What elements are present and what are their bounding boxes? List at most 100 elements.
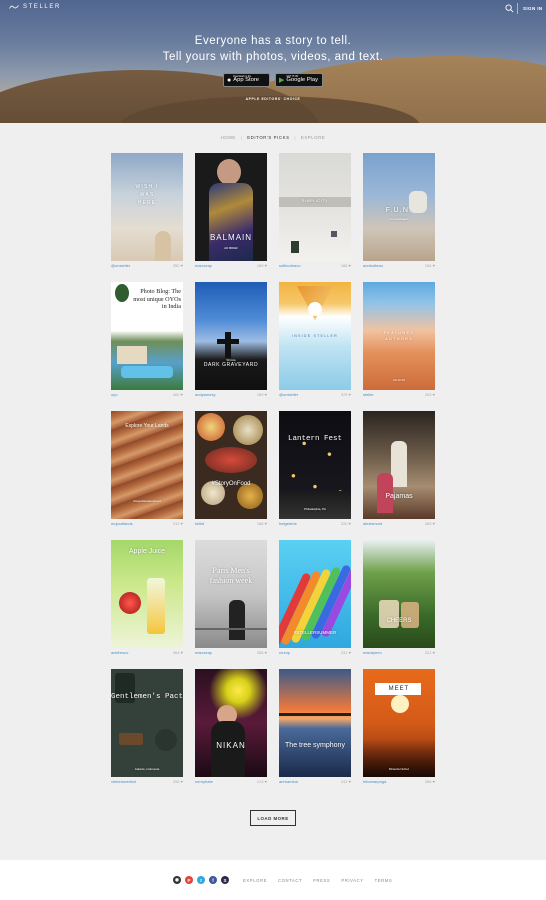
story-title: SIMPLICITY [302, 199, 328, 203]
story-card[interactable]: #StoryOnFood kelkit 186 ♥ [195, 411, 267, 526]
story-card[interactable]: Gentlemen's Pact Jakarta, Indonesia viet… [111, 669, 183, 784]
story-subtitle: Jakarta, Indonesia [134, 767, 160, 771]
pinterest-icon[interactable]: P [185, 876, 193, 884]
story-card[interactable]: F.U.N. fun and beach annbutleau 154 ♥ [363, 153, 435, 268]
story-thumbnail[interactable]: Pajamas [363, 411, 435, 519]
footer-link-press[interactable]: PRESS [313, 878, 330, 883]
hero-line-1: Everyone has a story to tell. [194, 35, 352, 47]
story-thumbnail[interactable]: Gentlemen's Pact Jakarta, Indonesia [111, 669, 183, 777]
story-author[interactable]: @unsteller [111, 263, 130, 268]
search-icon[interactable] [505, 4, 514, 13]
story-thumbnail[interactable]: FEATURED AUTHORS 03.13.15 [363, 282, 435, 390]
story-thumbnail[interactable]: #STELLERSUMMER [279, 540, 351, 648]
crumb-explore[interactable]: EXPLORE [301, 135, 326, 140]
story-author[interactable]: andyamesy [195, 392, 215, 397]
story-thumbnail[interactable]: Explore Your Lands #mojoutlandsexplored [111, 411, 183, 519]
story-author[interactable]: vietchlaverlich [111, 779, 136, 784]
story-card[interactable]: Explore Your Lands #mojoutlandsexplored … [111, 411, 183, 526]
social-links: ◉ P t f S [173, 876, 229, 884]
crumb-separator: | [240, 135, 243, 140]
story-thumbnail[interactable]: #StoryOnFood [195, 411, 267, 519]
twitter-icon[interactable]: t [197, 876, 205, 884]
story-thumbnail[interactable]: INSIDE STELLER [279, 282, 351, 390]
apple-icon: ● [227, 76, 232, 84]
crumb-home[interactable]: HOME [221, 135, 236, 140]
story-thumbnail[interactable]: SIMPLICITY [279, 153, 351, 261]
google-play-button[interactable]: ▶ GET IT ON Google Play [275, 73, 323, 87]
story-card[interactable]: FEATURED AUTHORS 03.13.15 steller 263 ♥ [363, 282, 435, 397]
load-more-button[interactable]: LOAD MORE [250, 810, 296, 826]
story-author[interactable]: crump [279, 650, 290, 655]
story-thumbnail[interactable]: CHEERS [363, 540, 435, 648]
logo[interactable]: STELLER [9, 4, 61, 10]
facebook-icon[interactable]: f [209, 876, 217, 884]
story-author[interactable]: nernyhate [195, 779, 213, 784]
story-card[interactable]: SIMPLICITY sofiinobravo 166 ♥ [279, 153, 351, 268]
story-card[interactable]: MEET Miranda Nuñez hihamarpoga 268 ♥ [363, 669, 435, 784]
breadcrumb: HOME | EDITOR'S PICKS | EXPLORE [0, 135, 546, 140]
story-author[interactable]: ankfresco [111, 650, 128, 655]
app-store-label: App Store [233, 77, 260, 84]
story-author[interactable]: sofiinobravo [279, 263, 301, 268]
story-thumbnail[interactable]: MEET Miranda Nuñez [363, 669, 435, 777]
story-thumbnail[interactable]: The tree symphony [279, 669, 351, 777]
story-title: Lantern Fest [287, 435, 342, 443]
story-likes: 269 ♥ [424, 521, 435, 526]
story-thumbnail[interactable]: F.U.N. fun and beach [363, 153, 435, 261]
story-author[interactable]: hihamarpoga [363, 779, 386, 784]
github-icon[interactable]: ◉ [173, 876, 181, 884]
story-thumbnail[interactable]: Photo Blog: The most unique OYOs in Indi… [111, 282, 183, 390]
story-author[interactable]: mojoutlands [111, 521, 133, 526]
story-author[interactable]: marcreap [195, 650, 212, 655]
steller-icon[interactable]: S [221, 876, 229, 884]
story-card[interactable]: Paris Men's fashion week marcreap 268 ♥ [195, 540, 267, 655]
story-thumbnail[interactable]: WISH I WAS HERE [111, 153, 183, 261]
story-card[interactable]: NIKAN nernyhate 213 ♥ [195, 669, 267, 784]
story-author[interactable]: oyo [111, 392, 117, 397]
story-author[interactable]: mandymm [363, 650, 382, 655]
story-card[interactable]: Apple Juice ankfresco 364 ♥ [111, 540, 183, 655]
story-thumbnail[interactable]: Lantern Fest Philadelphia, PA [279, 411, 351, 519]
story-author[interactable]: steller [363, 392, 374, 397]
story-card[interactable]: CHEERS mandymm 221 ♥ [363, 540, 435, 655]
story-card[interactable]: Photo Blog: The most unique OYOs in Indi… [111, 282, 183, 397]
footer-link-explore[interactable]: EXPLORE [243, 878, 267, 883]
footer-link-terms[interactable]: TERMS [375, 878, 393, 883]
story-thumbnail[interactable]: Shimla DARK GRAVEYARD [195, 282, 267, 390]
story-subtitle: Philadelphia, PA [304, 507, 326, 511]
app-store-button[interactable]: ● Download on the App Store [223, 73, 270, 87]
footer-link-contact[interactable]: CONTACT [278, 878, 302, 883]
story-author[interactable]: annbutleau [363, 263, 383, 268]
story-card[interactable]: INSIDE STELLER @unsteller 375 ♥ [279, 282, 351, 397]
story-author[interactable]: alexismont [363, 521, 382, 526]
story-card[interactable]: #STELLERSUMMER crump 231 ♥ [279, 540, 351, 655]
story-likes: 189 ♥ [256, 263, 267, 268]
story-thumbnail[interactable]: BALMAIN AD BRIEF [195, 153, 267, 261]
story-thumbnail[interactable]: Apple Juice [111, 540, 183, 648]
story-thumbnail[interactable]: Paris Men's fashion week [195, 540, 267, 648]
story-likes: 166 ♥ [340, 263, 351, 268]
story-title: Pajamas [385, 493, 413, 500]
divider [517, 3, 518, 14]
crumb-separator: | [294, 135, 297, 140]
story-author[interactable]: @unsteller [279, 392, 298, 397]
story-likes: 375 ♥ [340, 392, 351, 397]
story-likes: 263 ♥ [424, 392, 435, 397]
sign-in-link[interactable]: SIGN IN [523, 6, 543, 11]
story-card[interactable]: Pajamas alexismont 269 ♥ [363, 411, 435, 526]
story-author[interactable]: marcreap [195, 263, 212, 268]
logo-text: STELLER [23, 4, 61, 10]
story-card[interactable]: WISH I WAS HERE @unsteller 350 ♥ [111, 153, 183, 268]
story-author[interactable]: kelkit [195, 521, 204, 526]
story-author[interactable]: hetgeterie [279, 521, 297, 526]
footer-link-privacy[interactable]: PRIVACY [341, 878, 363, 883]
story-thumbnail[interactable]: NIKAN [195, 669, 267, 777]
story-card[interactable]: BALMAIN AD BRIEF marcreap 189 ♥ [195, 153, 267, 268]
story-author[interactable]: arenamina [279, 779, 298, 784]
story-card[interactable]: Lantern Fest Philadelphia, PA hetgeterie… [279, 411, 351, 526]
story-card[interactable]: Shimla DARK GRAVEYARD andyamesy 189 ♥ [195, 282, 267, 397]
story-title: WISH I WAS HERE [135, 184, 159, 206]
crumb-editors-picks[interactable]: EDITOR'S PICKS [247, 135, 289, 140]
story-likes: 350 ♥ [172, 263, 183, 268]
story-card[interactable]: The tree symphony arenamina 241 ♥ [279, 669, 351, 784]
